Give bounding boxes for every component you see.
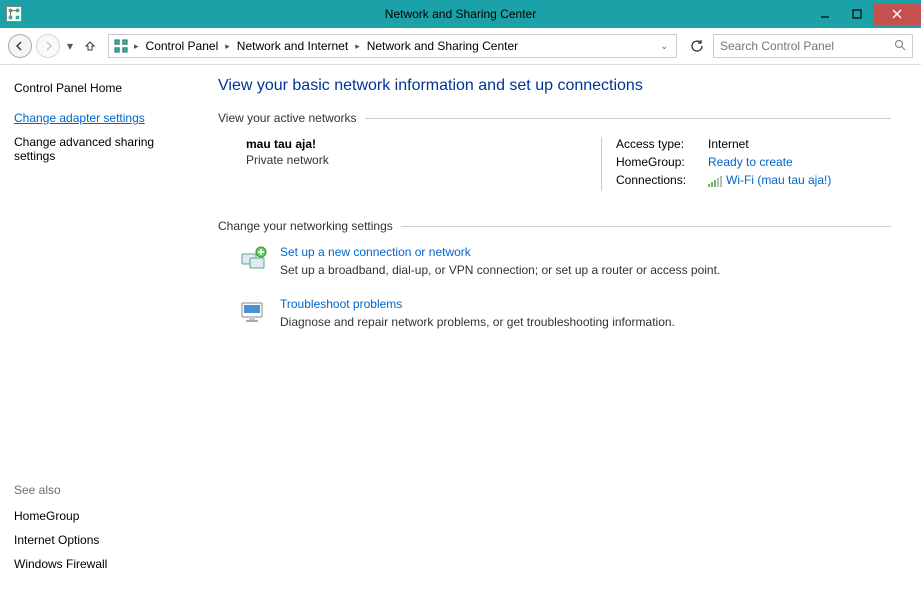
seealso-firewall[interactable]: Windows Firewall (14, 557, 196, 571)
setup-connection-link[interactable]: Set up a new connection or network (280, 245, 720, 259)
change-settings-label: Change your networking settings (218, 219, 891, 233)
homegroup-label: HomeGroup: (616, 155, 708, 169)
breadcrumb-dropdown[interactable]: ⌄ (656, 41, 672, 52)
window: Network and Sharing Center ▾ ▸ Control P… (0, 0, 921, 597)
window-title: Network and Sharing Center (385, 7, 536, 21)
page-heading: View your basic network information and … (218, 77, 891, 95)
breadcrumb-item[interactable]: Network and Internet (235, 39, 350, 53)
maximize-button[interactable] (841, 3, 873, 25)
sidebar-link-advanced[interactable]: Change advanced sharing settings (14, 135, 196, 163)
cp-home-link[interactable]: Control Panel Home (14, 81, 196, 95)
titlebar: Network and Sharing Center (0, 0, 921, 28)
troubleshoot-desc: Diagnose and repair network problems, or… (280, 315, 675, 329)
setup-connection-icon (238, 245, 268, 275)
homegroup-link[interactable]: Ready to create (708, 155, 793, 169)
connection-link[interactable]: Wi-Fi (mau tau aja!) (708, 173, 831, 187)
seealso-internet-options[interactable]: Internet Options (14, 533, 196, 547)
network-type: Private network (246, 153, 601, 167)
access-type-label: Access type: (616, 137, 708, 151)
app-icon (6, 6, 22, 22)
wifi-signal-icon (708, 175, 722, 187)
close-button[interactable] (873, 3, 921, 25)
breadcrumb[interactable]: ▸ Control Panel ▸ Network and Internet ▸… (108, 34, 677, 58)
breadcrumb-item[interactable]: Network and Sharing Center (365, 39, 520, 53)
chevron-right-icon[interactable]: ▸ (131, 41, 142, 52)
chevron-right-icon[interactable]: ▸ (352, 41, 363, 52)
setup-connection-desc: Set up a broadband, dial-up, or VPN conn… (280, 263, 720, 277)
connections-label: Connections: (616, 173, 708, 187)
main-panel: View your basic network information and … (210, 65, 921, 597)
sidebar-link-adapter[interactable]: Change adapter settings (14, 111, 196, 125)
divider (365, 118, 891, 119)
seealso-title: See also (14, 483, 196, 497)
network-name: mau tau aja! (246, 137, 601, 151)
troubleshoot-item: Troubleshoot problems Diagnose and repai… (218, 297, 891, 329)
divider (401, 226, 891, 227)
minimize-button[interactable] (809, 3, 841, 25)
window-controls (809, 3, 921, 25)
search-box[interactable] (713, 34, 913, 58)
sidebar: Control Panel Home Change adapter settin… (0, 65, 210, 597)
toolbar: ▾ ▸ Control Panel ▸ Network and Internet… (0, 28, 921, 64)
breadcrumb-item[interactable]: Control Panel (144, 39, 221, 53)
chevron-right-icon[interactable]: ▸ (222, 41, 233, 52)
search-input[interactable] (720, 39, 894, 53)
troubleshoot-icon (238, 297, 268, 327)
breadcrumb-icon (113, 38, 129, 54)
search-icon (894, 39, 906, 54)
active-networks-label: View your active networks (218, 111, 891, 125)
seealso-homegroup[interactable]: HomeGroup (14, 509, 196, 523)
access-type-value: Internet (708, 137, 749, 151)
active-network: mau tau aja! Private network Access type… (218, 137, 891, 191)
refresh-button[interactable] (685, 34, 709, 58)
forward-button[interactable] (36, 34, 60, 58)
up-button[interactable] (80, 36, 100, 56)
history-dropdown[interactable]: ▾ (64, 39, 76, 53)
back-button[interactable] (8, 34, 32, 58)
setup-connection-item: Set up a new connection or network Set u… (218, 245, 891, 277)
troubleshoot-link[interactable]: Troubleshoot problems (280, 297, 675, 311)
content: Control Panel Home Change adapter settin… (0, 64, 921, 597)
